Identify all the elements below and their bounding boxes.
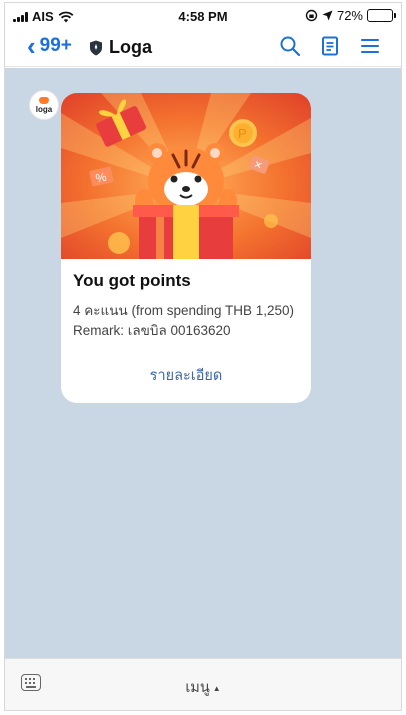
avatar[interactable]: loga [29, 90, 59, 120]
location-icon [322, 10, 333, 21]
chat-area[interactable]: loga P % ✕ You got points 4 คะแนน (from … [5, 68, 401, 658]
back-button[interactable]: ‹ 99+ [27, 31, 72, 61]
chevron-left-icon: ‹ [27, 31, 36, 61]
card-body: You got points 4 คะแนน (from spending TH… [61, 259, 311, 341]
tiger-logo-icon [39, 96, 49, 104]
battery-icon [367, 9, 396, 22]
search-icon[interactable] [279, 35, 301, 57]
unread-count: 99+ [39, 35, 72, 56]
chat-title[interactable]: Loga [89, 37, 152, 58]
official-shield-icon [90, 40, 102, 55]
menu-label: เมนู [185, 680, 210, 696]
rotation-lock-icon [305, 9, 318, 22]
chat-header: ‹ 99+ Loga [5, 29, 401, 67]
caret-up-icon: ▲ [212, 683, 221, 693]
rich-menu-toggle[interactable]: เมนู ▲ [5, 676, 401, 699]
battery-percent: 72% [336, 8, 363, 23]
details-link[interactable]: รายละเอียด [61, 364, 311, 387]
menu-icon[interactable] [359, 35, 381, 57]
avatar-text: loga [35, 104, 53, 114]
svg-text:P: P [238, 126, 247, 141]
remark-line: Remark: เลขบิล 00163620 [73, 323, 231, 338]
status-bar: AIS 4:58 PM 72% [5, 3, 401, 29]
points-line: 4 คะแนน (from spending THB 1,250) [73, 303, 295, 318]
card-title: You got points [73, 271, 191, 290]
notes-icon[interactable] [319, 35, 341, 57]
header-actions [279, 35, 381, 57]
phone-frame: AIS 4:58 PM 72% ‹ 99+ Loga loga P % ✕ Yo… [4, 2, 402, 711]
chat-title-text: Loga [109, 37, 152, 57]
bottom-bar: เมนู ▲ [5, 658, 401, 710]
tiger-gift-banner-image: P % ✕ [61, 93, 311, 259]
status-right: 72% [305, 8, 396, 23]
points-card[interactable]: P % ✕ You got points 4 คะแนน (from spend… [61, 93, 311, 403]
